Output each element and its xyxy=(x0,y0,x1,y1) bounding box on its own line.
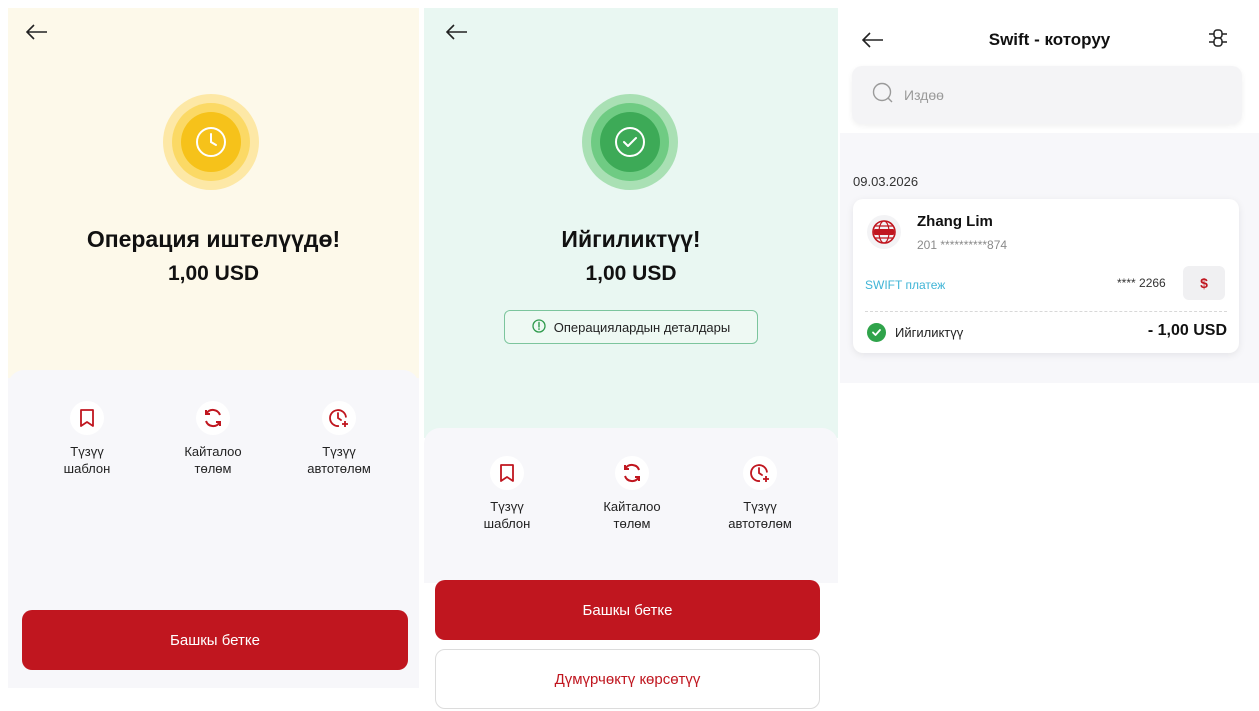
action-label: Кайталоо төлөм xyxy=(184,444,242,476)
info-icon xyxy=(532,318,546,336)
pending-status-badge xyxy=(163,94,259,190)
clock-icon xyxy=(181,112,241,172)
action-label: Кайталоо төлөм xyxy=(603,499,661,531)
bookmark-icon xyxy=(70,401,104,435)
create-autopayment-action[interactable]: Түзүү автотөлөм xyxy=(712,456,808,532)
action-label: Түзүү автотөлөм xyxy=(307,444,371,476)
payment-type: SWIFT платеж xyxy=(865,278,946,292)
back-arrow-icon[interactable] xyxy=(25,22,48,44)
success-check-icon xyxy=(867,323,886,342)
operation-details-button[interactable]: Операциялардын деталдары xyxy=(504,310,758,344)
action-label: Түзүү шаблон xyxy=(483,499,531,531)
create-autopayment-action[interactable]: Түзүү автотөлөм xyxy=(291,401,387,477)
success-status-badge xyxy=(582,94,678,190)
search-input[interactable]: Издөө xyxy=(852,66,1242,124)
bookmark-icon xyxy=(490,456,524,490)
details-label: Операциялардын деталдары xyxy=(553,319,731,335)
card-mask: **** 2266 xyxy=(1117,276,1166,290)
payment-amount: 1,00 USD xyxy=(585,262,677,285)
repeat-icon xyxy=(615,456,649,490)
success-header-area xyxy=(424,8,838,438)
transfer-amount: - 1,00 USD xyxy=(1147,322,1227,339)
divider xyxy=(865,311,1227,312)
recipient-account: 201 **********874 xyxy=(917,238,1008,252)
repeat-payment-action[interactable]: Кайталоо төлөм xyxy=(584,456,680,532)
show-receipt-button[interactable]: Дүмүрчөктү көрсөтүү xyxy=(435,649,820,709)
search-placeholder: Издөө xyxy=(904,87,944,103)
create-template-action[interactable]: Түзүү шаблон xyxy=(39,401,135,477)
action-label: Түзүү автотөлөм xyxy=(728,499,792,531)
create-template-action[interactable]: Түзүү шаблон xyxy=(459,456,555,532)
search-icon xyxy=(872,82,894,109)
page-title: Ийгиликтүү! xyxy=(561,226,701,252)
repeat-payment-action[interactable]: Кайталоо төлөм xyxy=(165,401,261,477)
swift-transfers-screen: Swift - которуу Издөө 09.03.2026 Zhang L… xyxy=(840,8,1259,711)
page-title: Swift - которуу xyxy=(988,30,1111,49)
currency-badge: $ xyxy=(1183,266,1225,300)
page-title: Операция иштелүүдө! xyxy=(86,226,341,252)
home-button[interactable]: Башкы бетке xyxy=(435,580,820,640)
recipient-name: Zhang Lim xyxy=(917,213,993,230)
back-arrow-icon[interactable] xyxy=(445,22,468,44)
check-icon xyxy=(600,112,660,172)
payment-amount: 1,00 USD xyxy=(167,262,260,285)
action-label: Түзүү шаблон xyxy=(63,444,111,476)
pending-screen: Операция иштелүүдө! 1,00 USD Түзүү шабло… xyxy=(8,8,419,688)
filter-icon[interactable] xyxy=(1206,26,1230,55)
success-screen: Ийгиликтүү! 1,00 USD Операциялардын дета… xyxy=(424,8,838,711)
clock-plus-icon xyxy=(322,401,356,435)
pending-header-area xyxy=(8,8,419,378)
top-bar: Swift - которуу xyxy=(840,8,1259,68)
swift-logo-icon xyxy=(867,215,901,249)
status-label: Ийгиликтүү xyxy=(895,325,964,340)
repeat-icon xyxy=(196,401,230,435)
home-button[interactable]: Башкы бетке xyxy=(22,610,408,670)
transfer-card[interactable]: Zhang Lim 201 **********874 SWIFT платеж… xyxy=(853,199,1239,353)
date-header: 09.03.2026 xyxy=(853,174,919,189)
clock-plus-icon xyxy=(743,456,777,490)
